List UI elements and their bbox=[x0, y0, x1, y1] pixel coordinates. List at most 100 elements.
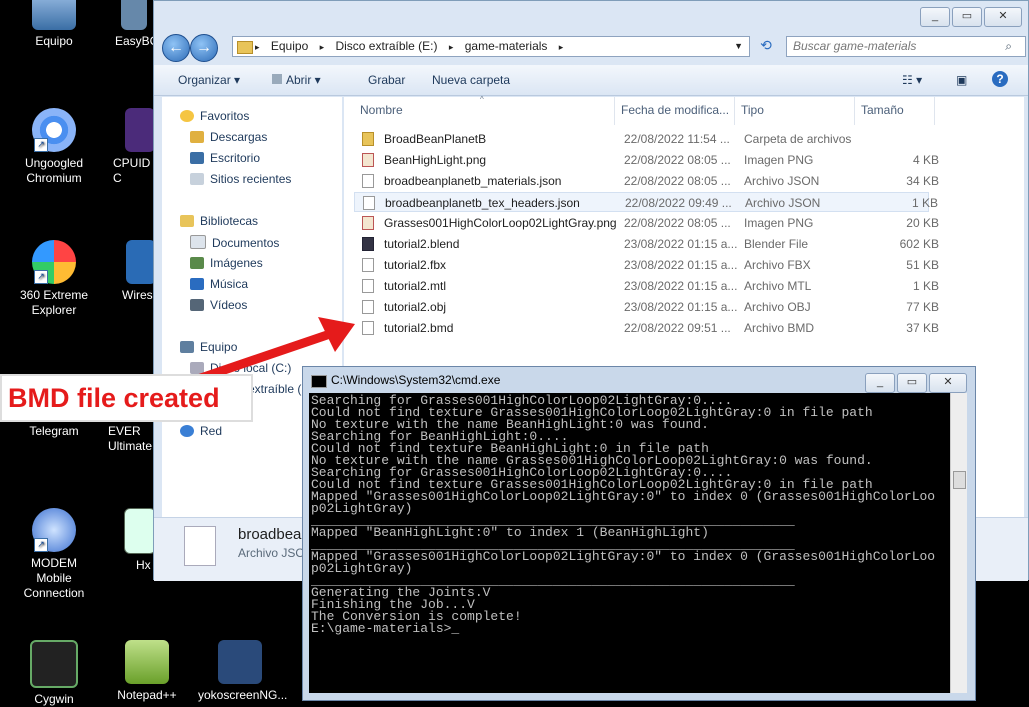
file-row[interactable]: tutorial2.bmd 22/08/2022 09:51 ... Archivo… bbox=[354, 318, 939, 338]
organize-button[interactable]: Organizar ▾ bbox=[178, 73, 240, 87]
column-divider[interactable] bbox=[854, 97, 855, 125]
modem-icon: ↗ bbox=[32, 508, 76, 552]
file-type: Archivo MTL bbox=[744, 279, 812, 293]
console-output[interactable]: Searching for Grasses001HighColorLoop02L… bbox=[309, 393, 953, 693]
breadcrumb-drive[interactable]: Disco extraíble (E:) bbox=[335, 39, 437, 53]
file-row[interactable]: BroadBeanPlanetB 22/08/2022 11:54 ... Carp… bbox=[354, 129, 929, 149]
details-filename: broadbear bbox=[238, 526, 307, 543]
file-row[interactable]: tutorial2.blend 23/08/2022 01:15 a... Blen… bbox=[354, 234, 939, 254]
column-type[interactable]: Tipo bbox=[741, 103, 764, 117]
nav-favorites[interactable]: Favoritos bbox=[180, 109, 249, 123]
file-size: 1 KB bbox=[912, 279, 939, 293]
cmd-close-button[interactable]: ✕ bbox=[929, 373, 967, 393]
breadcrumb-separator-icon: ▸ bbox=[448, 42, 454, 52]
file-size: 602 KB bbox=[899, 237, 939, 251]
nav-libraries[interactable]: Bibliotecas bbox=[180, 214, 258, 228]
open-button[interactable]: Abrir ▾ bbox=[272, 73, 321, 87]
nav-desktop[interactable]: Escritorio bbox=[190, 151, 260, 165]
terminal-icon bbox=[30, 640, 78, 688]
desktop-icon-easybc[interactable]: EasyBC bbox=[95, 0, 158, 49]
help-icon[interactable]: ? bbox=[992, 71, 1008, 87]
column-divider[interactable] bbox=[934, 97, 935, 125]
desktop-icon-label: Equipo bbox=[35, 34, 73, 48]
address-dropdown-icon[interactable]: ▼ bbox=[734, 37, 743, 56]
breadcrumb-equipo[interactable]: Equipo bbox=[271, 39, 308, 53]
folder-icon bbox=[237, 41, 253, 54]
nav-music[interactable]: Música bbox=[190, 277, 248, 291]
desktop-icon-hx[interactable]: Hx bbox=[110, 508, 156, 573]
file-row[interactable]: tutorial2.mtl 23/08/2022 01:15 a... Archiv… bbox=[354, 276, 939, 296]
desktop-icon-everest[interactable]: EVER Ultimate bbox=[100, 424, 155, 454]
column-divider[interactable] bbox=[734, 97, 735, 125]
forward-button[interactable]: → bbox=[190, 34, 218, 62]
desktop-icon-yokoscreen[interactable]: yokoscreenNG... bbox=[198, 640, 287, 703]
file-type: Carpeta de archivos bbox=[744, 132, 852, 146]
file-date: 22/08/2022 09:51 ... bbox=[624, 321, 731, 335]
column-size[interactable]: Tamaño bbox=[861, 103, 904, 117]
column-date[interactable]: Fecha de modifica... bbox=[621, 103, 729, 117]
doc-file-icon bbox=[362, 258, 374, 272]
address-bar[interactable]: ▸ Equipo ▸ Disco extraíble (E:) ▸ game-m… bbox=[232, 36, 750, 57]
breadcrumb-folder[interactable]: game-materials bbox=[465, 39, 548, 53]
file-row[interactable]: tutorial2.fbx 23/08/2022 01:15 a... Archiv… bbox=[354, 255, 939, 275]
doc-file-icon bbox=[362, 321, 374, 335]
file-row[interactable]: Grasses001HighColorLoop02LightGray.png 22… bbox=[354, 213, 939, 233]
nav-label: Escritorio bbox=[210, 151, 261, 165]
desktop-icon-cygwin[interactable]: Cygwin bbox=[12, 640, 96, 707]
file-row[interactable]: broadbeanplanetb_tex_headers.json 22/08/2… bbox=[354, 192, 938, 212]
new-folder-button[interactable]: Nueva carpeta bbox=[432, 73, 510, 87]
maximize-button[interactable]: ▭ bbox=[952, 7, 982, 27]
recent-places-icon bbox=[190, 173, 204, 185]
column-headers: Nombre ^ Fecha de modifica... Tipo Tamañ… bbox=[344, 95, 1024, 125]
cmd-scrollbar[interactable] bbox=[950, 393, 967, 693]
computer-icon bbox=[32, 0, 76, 30]
back-button[interactable]: ← bbox=[162, 34, 190, 62]
search-input[interactable]: Buscar game-materials bbox=[786, 36, 1026, 57]
desktop-icon-notepadpp[interactable]: Notepad++ bbox=[105, 640, 189, 703]
file-date: 22/08/2022 08:05 ... bbox=[624, 153, 731, 167]
view-options-icon[interactable]: ☷ ▾ bbox=[902, 73, 922, 87]
nav-documents[interactable]: Documentos bbox=[190, 235, 279, 250]
column-name[interactable]: Nombre bbox=[360, 103, 403, 117]
doc-file-icon bbox=[362, 300, 374, 314]
screen-recorder-icon bbox=[218, 640, 262, 684]
app-icon bbox=[121, 0, 147, 30]
cmd-maximize-button[interactable]: ▭ bbox=[897, 373, 927, 393]
file-row[interactable]: broadbeanplanetb_materials.json 22/08/202… bbox=[354, 171, 939, 191]
column-divider[interactable] bbox=[614, 97, 615, 125]
images-icon bbox=[190, 257, 204, 269]
desktop-icon-chromium[interactable]: ↗ Ungoogled Chromium bbox=[12, 108, 96, 186]
nav-videos[interactable]: Vídeos bbox=[190, 298, 247, 312]
file-size: 77 KB bbox=[906, 300, 939, 314]
file-row[interactable]: BeanHighLight.png 22/08/2022 08:05 ... Ima… bbox=[354, 150, 939, 170]
hex-editor-icon bbox=[124, 508, 156, 554]
desktop-icon-360[interactable]: ↗ 360 Extreme Explorer bbox=[12, 240, 96, 318]
desktop-icon-label: CPUID C bbox=[113, 156, 151, 185]
console-line: E:\game-materials>_ bbox=[311, 621, 460, 636]
preview-pane-icon[interactable]: ▣ bbox=[956, 73, 967, 87]
desktop-icon-label: EVER Ultimate bbox=[108, 424, 153, 453]
desktop-icon-telegram[interactable]: Telegram bbox=[12, 424, 96, 439]
nav-recent[interactable]: Sitios recientes bbox=[190, 172, 291, 186]
file-row[interactable]: tutorial2.obj 23/08/2022 01:15 a... Archiv… bbox=[354, 297, 939, 317]
desktop-icon-equipo[interactable]: Equipo bbox=[12, 0, 96, 49]
shortcut-arrow-icon: ↗ bbox=[34, 538, 48, 552]
cmd-scroll-thumb[interactable] bbox=[953, 471, 966, 489]
nav-images[interactable]: Imágenes bbox=[190, 256, 263, 270]
nav-downloads[interactable]: Descargas bbox=[190, 130, 267, 144]
desktop-icon-label: Ungoogled Chromium bbox=[24, 156, 84, 185]
file-name: Grasses001HighColorLoop02LightGray.png bbox=[384, 216, 617, 230]
nav-network[interactable]: Red bbox=[180, 424, 222, 438]
cmd-minimize-button[interactable]: _ bbox=[865, 373, 895, 393]
bmd-created-annotation: BMD file created bbox=[0, 374, 253, 422]
close-button[interactable]: ✕ bbox=[984, 7, 1022, 27]
refresh-button[interactable]: ⟲ bbox=[756, 37, 776, 57]
minimize-button[interactable]: _ bbox=[920, 7, 950, 27]
file-name: broadbeanplanetb_tex_headers.json bbox=[385, 196, 580, 210]
star-icon bbox=[180, 110, 194, 122]
burn-button[interactable]: Grabar bbox=[368, 73, 405, 87]
desktop-icon-modem[interactable]: ↗ MODEM Mobile Connection bbox=[12, 508, 96, 601]
desktop-icon-cpuid[interactable]: CPUID C bbox=[105, 108, 155, 186]
blend-file-icon bbox=[362, 237, 374, 251]
desktop-icon-wires[interactable]: Wires bbox=[108, 240, 156, 303]
